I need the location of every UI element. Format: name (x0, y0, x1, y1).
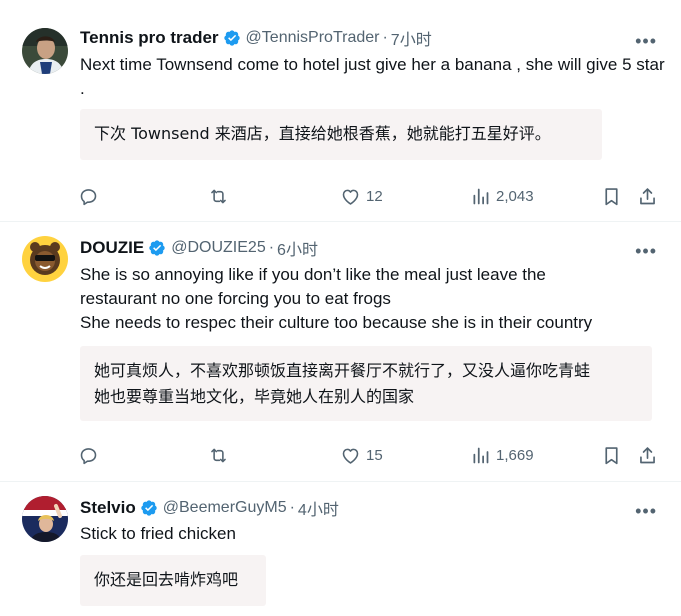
like-icon (340, 186, 361, 207)
bookmark-button[interactable] (601, 445, 622, 466)
separator-dot: · (382, 29, 388, 46)
user-handle[interactable]: @BeemerGuyM5 (163, 499, 287, 517)
tweet-header: Tennis pro trader @TennisProTrader · 7小时 (80, 26, 661, 50)
translation-box: 下次 Townsend 来酒店，直接给她根香蕉，她就能打五星好评。 (80, 109, 602, 160)
like-count: 12 (366, 188, 383, 205)
verified-badge-icon (223, 29, 241, 47)
tweet-3[interactable]: Stelvio @BeemerGuyM5 · 4小时 ••• Stick to … (0, 482, 681, 616)
translation-box: 你还是回去啃炸鸡吧 (80, 555, 266, 606)
view-count: 1,669 (496, 447, 534, 464)
action-bar: 12 2,043 (78, 186, 663, 208)
reply-icon (78, 186, 99, 207)
more-icon[interactable]: ••• (635, 32, 657, 50)
display-name[interactable]: Tennis pro trader (80, 28, 219, 48)
view-count: 2,043 (496, 188, 534, 205)
translation-line: 她可真烦人，不喜欢那顿饭直接离开餐厅不就行了，又没人逼你吃青蛙 (94, 361, 591, 380)
timestamp[interactable]: 6小时 (277, 236, 318, 260)
share-button[interactable] (637, 445, 658, 466)
like-button[interactable]: 12 (340, 186, 383, 207)
action-bar: 15 1,669 (78, 445, 663, 467)
verified-badge-icon (140, 499, 158, 517)
share-icon (637, 445, 658, 466)
avatar-stelvio[interactable] (22, 496, 68, 542)
views-icon (470, 445, 491, 466)
tweet-text: Stick to fried chicken (80, 524, 236, 543)
tweet-text-line: She needs to respec their culture too be… (80, 313, 593, 332)
retweet-icon (208, 186, 229, 207)
retweet-button[interactable] (208, 186, 229, 207)
verified-badge-icon (148, 239, 166, 257)
views-icon (470, 186, 491, 207)
user-handle[interactable]: @DOUZIE25 (171, 239, 265, 257)
more-icon[interactable]: ••• (635, 502, 657, 520)
views-button[interactable]: 1,669 (470, 445, 534, 466)
separator-dot: · (268, 239, 275, 256)
display-name[interactable]: DOUZIE (80, 238, 144, 258)
tweet-header: DOUZIE @DOUZIE25 · 6小时 (80, 236, 661, 260)
like-button[interactable]: 15 (340, 445, 383, 466)
tweet-text: Next time Townsend come to hotel just gi… (80, 55, 665, 98)
retweet-icon (208, 445, 229, 466)
tweet-1[interactable]: Tennis pro trader @TennisProTrader · 7小时… (0, 0, 681, 220)
separator-dot: · (289, 499, 295, 516)
views-button[interactable]: 2,043 (470, 186, 534, 207)
bookmark-icon (601, 445, 622, 466)
share-icon (637, 186, 658, 207)
like-count: 15 (366, 447, 383, 464)
bookmark-button[interactable] (601, 186, 622, 207)
reply-button[interactable] (78, 445, 99, 466)
tweet-2[interactable]: DOUZIE @DOUZIE25 · 6小时 ••• She is so ann… (0, 222, 681, 480)
avatar-tennis-pro-trader[interactable] (22, 28, 68, 74)
tweet-text-line: She is so annoying like if you don’t lik… (80, 265, 546, 284)
more-icon[interactable]: ••• (635, 242, 657, 260)
translation-box: 她可真烦人，不喜欢那顿饭直接离开餐厅不就行了，又没人逼你吃青蛙 她也要尊重当地文… (80, 346, 652, 421)
like-icon (340, 445, 361, 466)
retweet-button[interactable] (208, 445, 229, 466)
display-name[interactable]: Stelvio (80, 498, 136, 518)
tweet-text-line: restaurant no one forcing you to eat fro… (80, 289, 391, 308)
avatar-douzie[interactable] (22, 236, 68, 282)
user-handle[interactable]: @TennisProTrader (246, 29, 380, 47)
tweet-text: She is so annoying like if you don’t lik… (80, 263, 670, 335)
timestamp[interactable]: 4小时 (298, 496, 339, 520)
reply-icon (78, 445, 99, 466)
share-button[interactable] (637, 186, 658, 207)
reply-button[interactable] (78, 186, 99, 207)
timestamp[interactable]: 7小时 (391, 26, 432, 50)
translation-line: 她也要尊重当地文化，毕竟她人在别人的国家 (94, 387, 415, 406)
bookmark-icon (601, 186, 622, 207)
tweet-header: Stelvio @BeemerGuyM5 · 4小时 (80, 496, 661, 520)
